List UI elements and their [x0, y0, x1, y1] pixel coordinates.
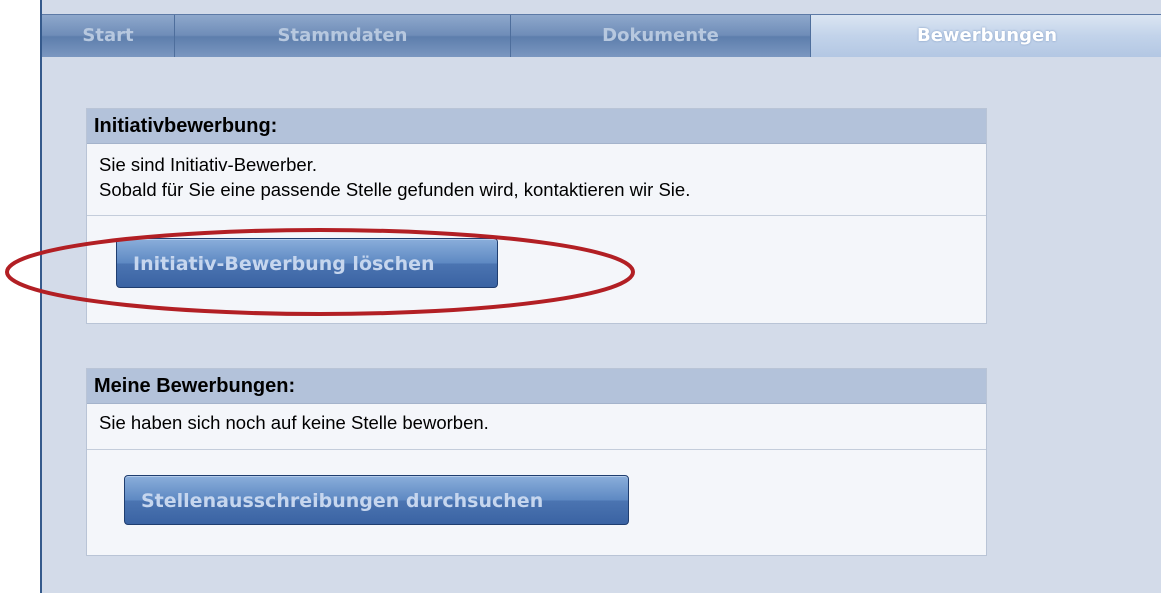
tab-dokumente[interactable]: Dokumente	[511, 15, 811, 57]
tab-start[interactable]: Start	[42, 15, 175, 57]
initiative-contact-text: Sobald für Sie eine passende Stelle gefu…	[99, 179, 691, 200]
initiative-panel: Initiativbewerbung: Sie sind Initiativ-B…	[86, 108, 987, 324]
applications-info: Sie haben sich noch auf keine Stelle bew…	[87, 404, 986, 450]
applications-status-text: Sie haben sich noch auf keine Stelle bew…	[99, 412, 489, 433]
tab-stammdaten[interactable]: Stammdaten	[175, 15, 511, 57]
delete-initiative-button[interactable]: Initiativ-Bewerbung löschen	[116, 238, 498, 288]
tab-bar: Start Stammdaten Dokumente Bewerbungen	[42, 14, 1161, 57]
main-frame: Start Stammdaten Dokumente Bewerbungen I…	[40, 0, 1161, 593]
initiative-status-text: Sie sind Initiativ-Bewerber.	[99, 154, 317, 175]
tab-bewerbungen[interactable]: Bewerbungen	[811, 15, 1161, 57]
search-jobs-button[interactable]: Stellenausschreibungen durchsuchen	[124, 475, 629, 525]
applications-panel: Meine Bewerbungen: Sie haben sich noch a…	[86, 368, 987, 556]
initiative-info: Sie sind Initiativ-Bewerber. Sobald für …	[87, 144, 986, 216]
applications-heading: Meine Bewerbungen:	[87, 369, 986, 404]
initiative-heading: Initiativbewerbung:	[87, 109, 986, 144]
